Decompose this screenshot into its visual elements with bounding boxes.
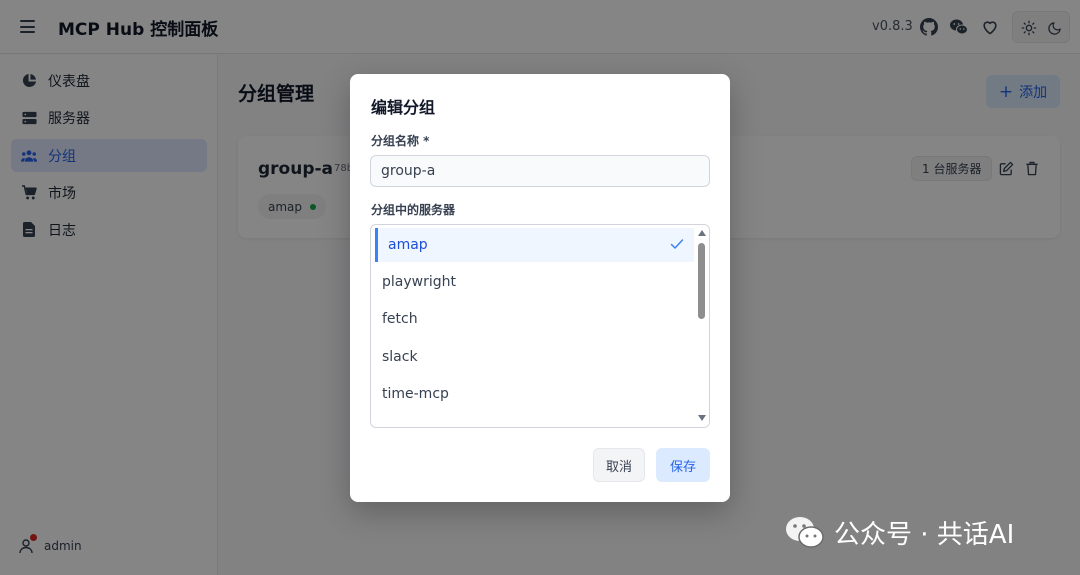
watermark-text: 公众号 · 共话AI [834, 519, 1015, 550]
wechat-logo-icon [786, 517, 824, 548]
scrollbar-thumb[interactable] [698, 243, 705, 319]
server-option-label: playwright [382, 274, 456, 290]
check-icon [670, 239, 684, 249]
server-option-label: time-mcp [382, 386, 449, 402]
server-option-time-mcp[interactable]: time-mcp [371, 377, 693, 411]
servers-label: 分组中的服务器 [371, 203, 456, 217]
edit-group-modal: 编辑分组 分组名称 * 分组中的服务器 amap playwright fetc… [350, 74, 730, 502]
server-option-label: fetch [382, 311, 418, 327]
scrollbar[interactable] [694, 225, 709, 427]
cancel-button[interactable]: 取消 [593, 448, 645, 482]
server-option-fetch[interactable]: fetch [371, 302, 693, 336]
server-option-playwright[interactable]: playwright [371, 265, 693, 299]
server-option-slack[interactable]: slack [371, 340, 693, 374]
server-option-label: slack [382, 349, 418, 365]
group-name-label: 分组名称 * [371, 134, 430, 148]
save-button[interactable]: 保存 [656, 448, 710, 482]
server-option-amap[interactable]: amap [375, 228, 694, 262]
server-select-list[interactable]: amap playwright fetch slack time-mcp [370, 224, 710, 428]
scroll-down-arrow-icon[interactable] [698, 415, 706, 421]
scroll-up-arrow-icon[interactable] [698, 230, 706, 236]
server-option-label: amap [388, 237, 428, 253]
modal-title: 编辑分组 [371, 98, 436, 117]
watermark: 公众号 · 共话AI [784, 510, 1014, 554]
group-name-input[interactable] [370, 155, 710, 187]
